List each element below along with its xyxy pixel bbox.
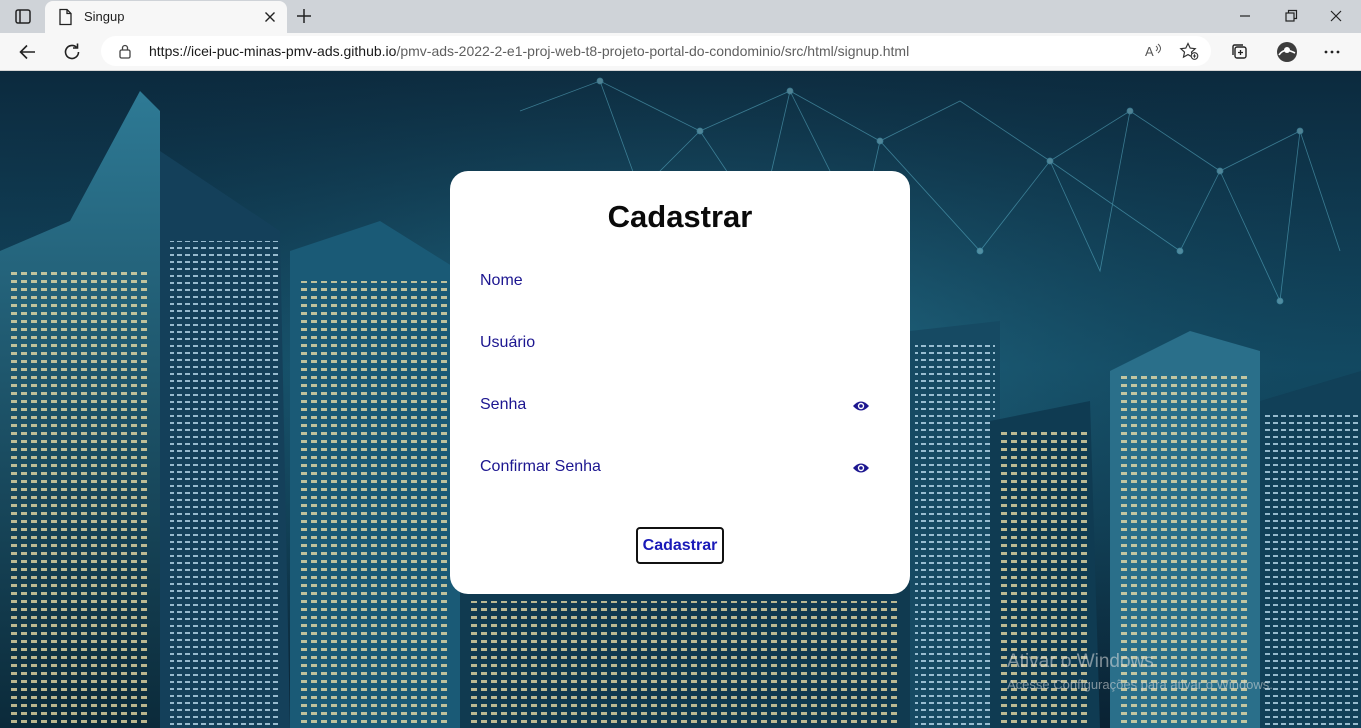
watermark-title: Ativar o Windows [1007, 651, 1154, 672]
back-arrow-icon[interactable] [16, 40, 40, 64]
favorites-star-icon[interactable] [1178, 41, 1200, 61]
confirm-password-label: Confirmar Senha [480, 458, 601, 475]
url-text[interactable]: https://icei-puc-minas-pmv-ads.github.io… [149, 43, 909, 59]
page-viewport: Cadastrar Nome Usuário Senha Confirmar S… [0, 71, 1361, 728]
name-field[interactable]: Nome [480, 262, 880, 302]
username-label: Usuário [480, 334, 536, 351]
eye-icon[interactable] [852, 461, 870, 475]
new-tab-icon[interactable] [294, 6, 314, 26]
lock-icon[interactable] [118, 43, 132, 59]
username-field[interactable]: Usuário [480, 324, 880, 364]
signup-card: Cadastrar Nome Usuário Senha Confirmar S… [450, 171, 910, 594]
url-path: /pmv-ads-2022-2-e1-proj-web-t8-projeto-p… [396, 43, 910, 59]
close-window-icon[interactable] [1325, 6, 1347, 26]
browser-tab-bar: Singup [0, 0, 1361, 33]
tab-actions-icon[interactable] [12, 7, 34, 27]
svg-text:A: A [1145, 44, 1154, 59]
page-icon [57, 8, 73, 26]
windows-activation-watermark: Ativar o Windows Acesse Configurações pa… [1007, 651, 1273, 692]
password-field[interactable]: Senha [480, 386, 880, 426]
read-aloud-icon[interactable]: A [1142, 41, 1164, 61]
close-tab-icon[interactable] [261, 8, 279, 26]
refresh-icon[interactable] [60, 40, 84, 64]
signup-button[interactable]: Cadastrar [636, 527, 724, 564]
eye-icon[interactable] [852, 399, 870, 413]
name-label: Nome [480, 272, 523, 289]
tab-title: Singup [84, 9, 125, 24]
profile-avatar-icon[interactable] [1275, 40, 1299, 64]
confirm-password-field[interactable]: Confirmar Senha [480, 448, 880, 488]
collections-icon[interactable] [1228, 40, 1252, 64]
browser-tab[interactable]: Singup [45, 1, 287, 33]
page-title: Cadastrar [607, 199, 753, 234]
password-label: Senha [480, 396, 527, 413]
address-bar[interactable]: https://icei-puc-minas-pmv-ads.github.io… [101, 36, 1211, 66]
restore-icon[interactable] [1280, 6, 1302, 26]
browser-toolbar: https://icei-puc-minas-pmv-ads.github.io… [0, 33, 1361, 71]
watermark-subtitle: Acesse Configurações para ativar o Windo… [1007, 677, 1273, 692]
minimize-icon[interactable] [1234, 6, 1256, 26]
more-menu-icon[interactable] [1320, 40, 1344, 64]
url-host: https://icei-puc-minas-pmv-ads.github.io [149, 43, 397, 59]
